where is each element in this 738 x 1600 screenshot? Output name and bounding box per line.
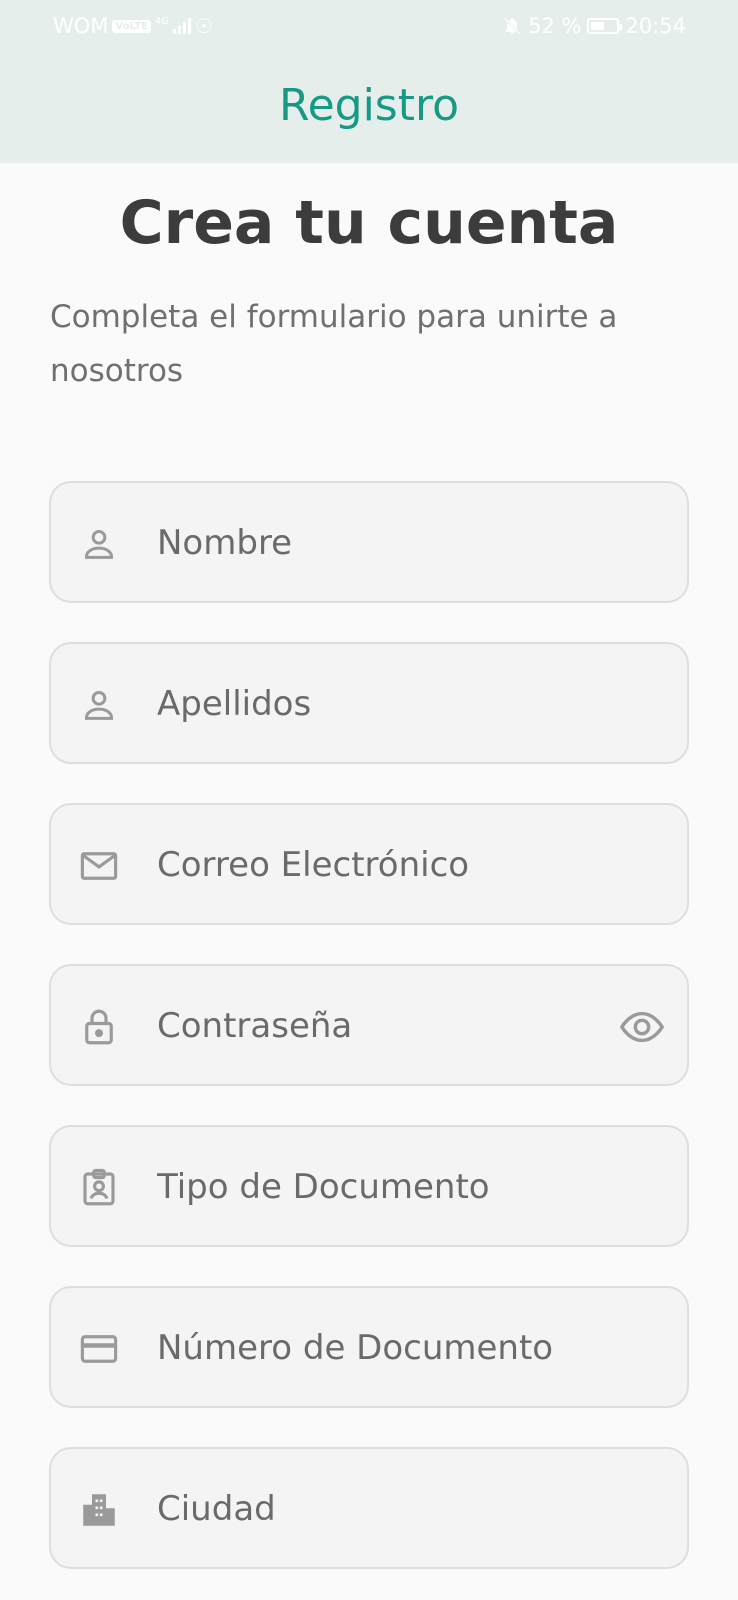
carrier-label: WOM — [53, 14, 109, 38]
status-bar: WOM VoLTE 4G ☉ 52 % 20:54 — [0, 0, 738, 52]
bell-off-icon — [503, 17, 521, 35]
sync-icon: ☉ — [194, 14, 213, 38]
id-badge-icon — [78, 1167, 120, 1209]
battery-percent: 52 % — [528, 14, 582, 38]
numero-documento-field[interactable] — [49, 1286, 689, 1408]
person-icon — [78, 684, 120, 726]
nombre-input[interactable] — [157, 513, 597, 573]
status-right: 52 % 20:54 — [502, 14, 686, 38]
city-icon — [78, 1489, 120, 1531]
tipo-documento-input[interactable] — [157, 1157, 597, 1217]
ciudad-input[interactable] — [157, 1479, 597, 1539]
eye-icon[interactable] — [619, 1006, 665, 1048]
volte-icon: VoLTE — [112, 19, 151, 33]
contrasena-input[interactable] — [157, 996, 597, 1056]
person-icon — [78, 523, 120, 565]
app-bar: Registro — [0, 52, 738, 163]
status-left: WOM VoLTE 4G ☉ — [53, 14, 213, 38]
app-bar-title: Registro — [278, 80, 460, 131]
signal-icon — [172, 18, 191, 34]
numero-documento-input[interactable] — [157, 1318, 597, 1378]
correo-field[interactable] — [49, 803, 689, 925]
battery-icon — [587, 18, 623, 34]
network-label: 4G — [154, 15, 169, 27]
nombre-field[interactable] — [49, 481, 689, 603]
tipo-documento-field[interactable] — [49, 1125, 689, 1247]
correo-input[interactable] — [157, 835, 597, 895]
lock-icon — [78, 1006, 120, 1048]
card-icon — [78, 1328, 120, 1370]
page-subtitle: Completa el formulario para unirte a nos… — [50, 299, 618, 389]
apellidos-input[interactable] — [157, 674, 597, 734]
mail-icon — [78, 845, 120, 887]
clock: 20:54 — [625, 14, 686, 38]
contrasena-field[interactable] — [49, 964, 689, 1086]
ciudad-field[interactable] — [49, 1447, 689, 1569]
page-heading: Crea tu cuenta — [119, 188, 619, 258]
apellidos-field[interactable] — [49, 642, 689, 764]
